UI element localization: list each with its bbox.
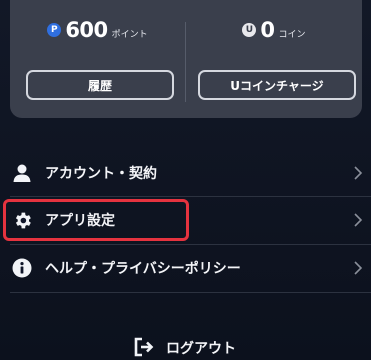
menu-item-help-privacy-label: ヘルプ・プライバシーポリシー — [45, 261, 241, 277]
menu-item-account[interactable]: アカウント・契約 — [0, 150, 371, 196]
person-icon — [11, 162, 33, 184]
menu-item-account-label: アカウント・契約 — [45, 166, 157, 182]
coins-unit: コイン — [278, 29, 306, 40]
points-balance: P 600 ポイント — [10, 18, 185, 42]
logout-icon — [134, 337, 154, 357]
points-badge-icon: P — [47, 23, 62, 37]
coin-charge-button[interactable]: Uコインチャージ — [198, 70, 356, 100]
highlight-box — [3, 199, 189, 241]
coins-balance: U 0 コイン — [186, 18, 362, 42]
screen: P 600 ポイント U 0 コイン 履歴 Uコインチャージ アカウント・契約 — [0, 0, 371, 360]
coin-badge-icon: U — [242, 23, 257, 37]
logout-button[interactable]: ログアウト — [0, 330, 371, 360]
balance-card: P 600 ポイント U 0 コイン 履歴 Uコインチャージ — [10, 0, 362, 118]
points-amount: 600 — [65, 18, 108, 42]
history-button[interactable]: 履歴 — [26, 70, 174, 100]
menu-divider — [10, 292, 371, 293]
coins-amount: 0 — [260, 18, 275, 42]
logout-label: ログアウト — [166, 341, 236, 357]
info-icon — [11, 257, 33, 279]
points-unit: ポイント — [111, 29, 148, 40]
chevron-right-icon — [354, 261, 363, 275]
chevron-right-icon — [354, 213, 363, 227]
chevron-right-icon — [354, 166, 363, 180]
menu-item-help-privacy[interactable]: ヘルプ・プライバシーポリシー — [0, 245, 371, 291]
